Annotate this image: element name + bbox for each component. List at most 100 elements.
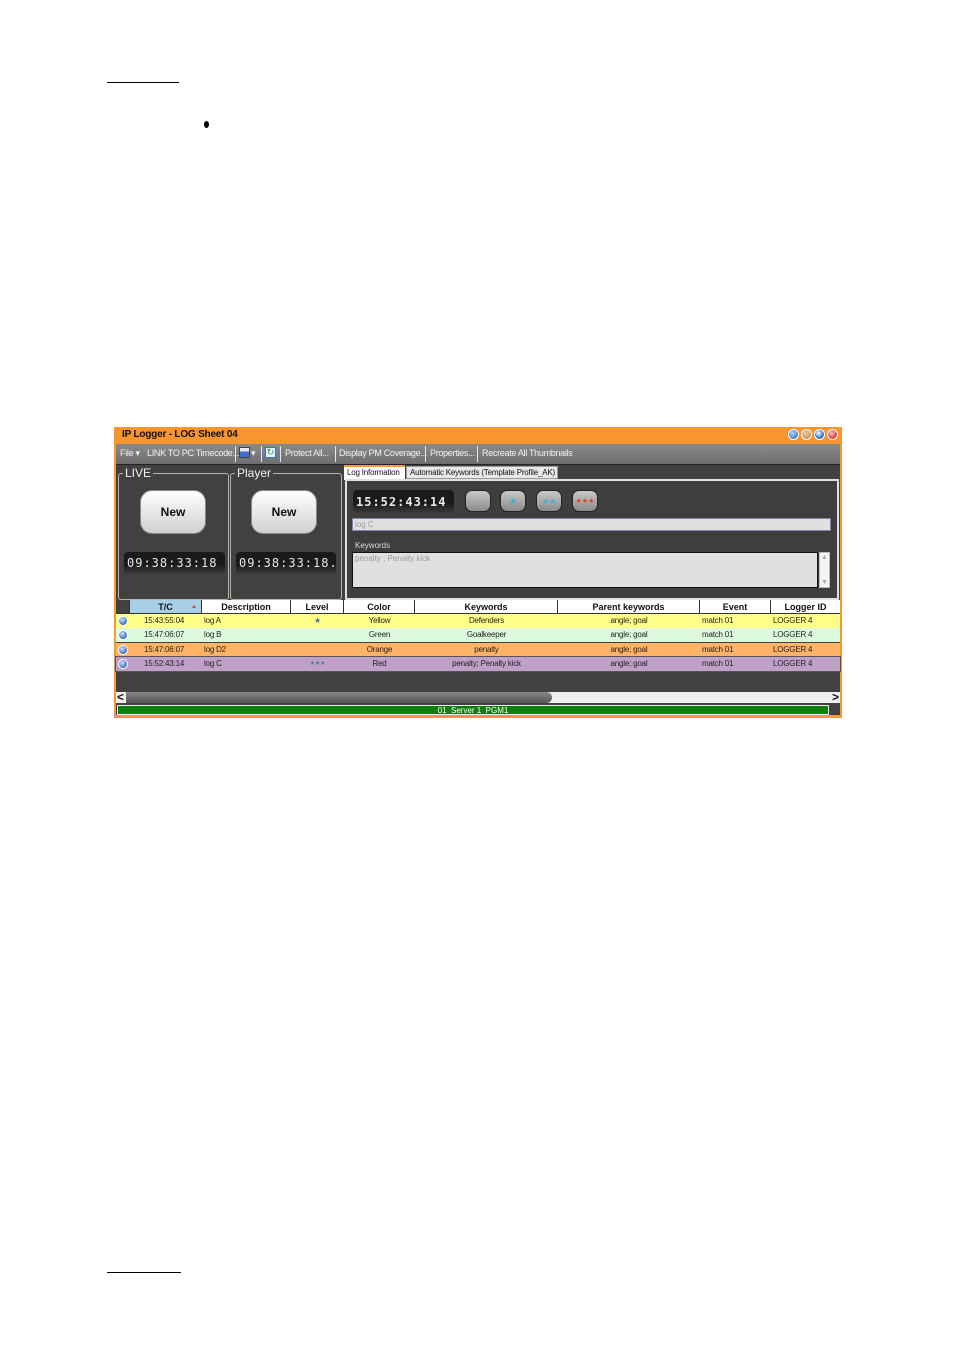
channel-status-bar: 01_Server 1_PGM1 [117, 705, 829, 715]
three-stars-icon: ★★★ [575, 498, 595, 505]
star-icon: ★ [508, 495, 518, 506]
scroll-right-icon[interactable]: > [832, 690, 839, 704]
cell-color: Yellow [368, 616, 391, 625]
live-new-button[interactable]: New [140, 490, 206, 534]
two-stars-icon: ★★ [541, 496, 557, 506]
column-header-logger-id[interactable]: Logger ID [771, 600, 840, 614]
keywords-label: Keywords [355, 541, 391, 550]
cell-level [291, 643, 344, 657]
cell-keywords: Defenders [468, 616, 505, 625]
cell-description: log A [204, 616, 221, 625]
clip-icon[interactable] [118, 644, 128, 655]
column-header-event[interactable]: Event [700, 600, 771, 614]
cell-parent-keywords: angle; goal [610, 644, 648, 654]
column-header-keywords[interactable]: Keywords [415, 600, 558, 614]
toolbar-separator [335, 446, 336, 462]
table-row[interactable]: 15:52:43:14 log C ★★★ Red penalty; Penalty k… [115, 655, 841, 672]
window-title: IP Logger - LOG Sheet 04 [122, 429, 238, 440]
cell-tc: 15:47:06:07 [144, 644, 185, 654]
keywords-textarea[interactable]: penalty ; Penalty kick [352, 552, 818, 588]
column-header-parent-keywords[interactable]: Parent keywords [558, 600, 700, 614]
column-header-icon [116, 600, 130, 614]
cell-level: ★ [314, 616, 321, 625]
properties-button[interactable]: Properties... [430, 448, 475, 458]
window-controls [788, 429, 838, 440]
scrollbar-thumb[interactable] [126, 692, 552, 703]
clip-icon[interactable] [118, 630, 128, 641]
cell-event: match 01 [702, 644, 734, 654]
help-icon[interactable] [788, 429, 799, 440]
tc-header-label: T/C [158, 602, 173, 612]
level-1-button[interactable]: ★ [500, 490, 526, 512]
calendar-icon[interactable] [239, 447, 250, 458]
toolbar-separator [261, 446, 262, 462]
cell-tc: 15:47:06:07 [144, 630, 185, 640]
protect-all-button[interactable]: Protect All... [285, 448, 329, 458]
file-menu[interactable]: File ▾ [120, 448, 140, 459]
maximize-icon[interactable] [814, 429, 825, 440]
log-information-panel: 15:52:43:14 ★ ★★ ★★★ log C Keywords pena… [345, 479, 839, 600]
tab-log-information[interactable]: Log Information [344, 465, 405, 480]
minimize-icon[interactable] [801, 429, 812, 440]
scroll-left-icon[interactable]: < [117, 690, 124, 704]
column-header-tc[interactable]: T/C ▲ [130, 600, 202, 614]
level-2-button[interactable]: ★★ [536, 490, 562, 512]
player-timecode: 09:38:33:18. [236, 552, 336, 574]
live-label: LIVE [123, 466, 154, 480]
table-row[interactable]: 15:47:06:07 log D2 Orange penalty angle; goa… [116, 642, 840, 657]
scroll-up-icon[interactable]: ▲ [821, 554, 828, 561]
link-pc-timecode-button[interactable]: LINK TO PC Timecode... [147, 448, 239, 458]
cell-keywords: penalty; Penalty kick [452, 658, 521, 668]
title-bar: IP Logger - LOG Sheet 04 [114, 427, 842, 444]
live-group: LIVE New 09:38:33:18 [118, 466, 229, 600]
cell-color: Green [368, 630, 391, 640]
cell-level [291, 628, 344, 642]
window-body: LIVE New 09:38:33:18 Player New 09:38:33… [115, 465, 841, 715]
scroll-down-icon[interactable]: ▼ [821, 579, 828, 586]
cell-logger-id: LOGGER 4 [773, 616, 813, 625]
refresh-icon[interactable]: ↻ [265, 447, 276, 458]
table-row[interactable]: 15:43:55:04 log A ★ Yellow Defenders angle; g… [116, 614, 840, 628]
toolbar-separator [425, 446, 426, 462]
description-input[interactable]: log C [352, 518, 831, 531]
cell-logger-id: LOGGER 4 [773, 644, 813, 654]
column-header-color[interactable]: Color [344, 600, 415, 614]
cell-level: ★★★ [309, 660, 326, 667]
header-rule [107, 82, 179, 83]
recreate-thumbnails-button[interactable]: Recreate All Thumbnails [482, 448, 573, 458]
cell-event: match 01 [702, 658, 734, 668]
cell-tc: 15:52:43:14 [144, 658, 185, 668]
keywords-scrollbar[interactable]: ▲ ▼ [819, 552, 830, 588]
calendar-dropdown[interactable]: ▾ [251, 448, 256, 459]
toolbar: File ▾ LINK TO PC Timecode... ▾ ↻ Protec… [116, 444, 840, 465]
log-timecode: 15:52:43:14 [353, 490, 454, 513]
cell-event: match 01 [702, 616, 734, 625]
close-icon[interactable] [827, 429, 838, 440]
cell-parent-keywords: angle; goal [610, 630, 648, 640]
tab-automatic-keywords[interactable]: Automatic Keywords (Template Profile_AK) [406, 466, 558, 479]
sort-ascending-icon: ▲ [191, 604, 197, 610]
toolbar-separator [235, 446, 236, 462]
clip-icon[interactable] [118, 616, 128, 626]
display-pm-coverage-button[interactable]: Display PM Coverage... [339, 448, 427, 458]
cell-parent-keywords: angle; goal [610, 658, 648, 668]
table-row[interactable]: 15:47:06:07 log B Green Goalkeeper angle; go… [116, 628, 840, 643]
footer-rule [107, 1272, 181, 1273]
ip-logger-window: IP Logger - LOG Sheet 04 File ▾ LINK TO … [114, 427, 842, 718]
player-new-button[interactable]: New [251, 490, 317, 534]
bullet-point [204, 121, 209, 128]
cell-keywords: penalty [474, 644, 499, 654]
cell-description: log C [204, 658, 222, 668]
cell-event: match 01 [702, 630, 734, 640]
cell-color: Red [372, 658, 387, 668]
column-header-description[interactable]: Description [202, 600, 291, 614]
cell-description: log D2 [204, 644, 226, 654]
horizontal-scrollbar[interactable]: < > [116, 690, 840, 704]
clip-icon[interactable] [118, 658, 128, 669]
level-3-button[interactable]: ★★★ [572, 490, 598, 512]
level-0-button[interactable] [465, 490, 491, 512]
cell-description: log B [204, 630, 222, 640]
cell-logger-id: LOGGER 4 [773, 658, 813, 668]
toolbar-separator [477, 446, 478, 462]
column-header-level[interactable]: Level [291, 600, 344, 614]
